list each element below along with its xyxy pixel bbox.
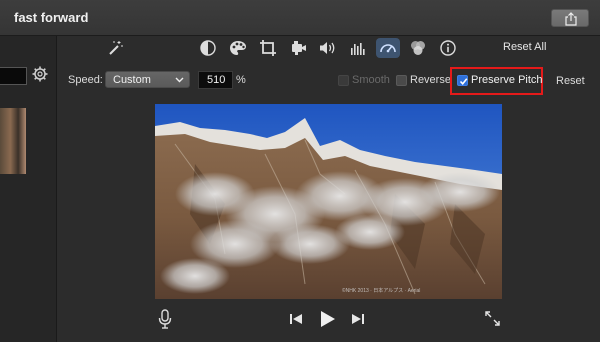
gear-icon[interactable] <box>32 66 48 82</box>
color-balance-icon[interactable] <box>197 38 219 58</box>
speedometer-icon[interactable] <box>376 38 400 58</box>
speed-percent-input[interactable]: 510 <box>198 71 233 89</box>
video-frame <box>155 104 502 299</box>
magic-wand-icon[interactable] <box>104 38 126 58</box>
clip-thumbnail[interactable] <box>0 108 26 174</box>
smooth-label: Smooth <box>352 74 390 86</box>
fullscreen-icon[interactable] <box>484 310 501 327</box>
microphone-icon[interactable] <box>158 309 172 329</box>
speed-label: Speed: <box>68 74 103 86</box>
library-search-field[interactable] <box>0 67 27 85</box>
video-caption: ©NHK 2013 · 日本アルプス · Aerial <box>342 288 421 294</box>
overlay-filter-icon[interactable] <box>407 38 429 58</box>
stabilization-camera-icon[interactable] <box>287 38 309 58</box>
info-icon[interactable] <box>437 38 459 58</box>
reverse-label: Reverse <box>410 74 451 86</box>
skip-back-icon[interactable] <box>289 313 303 325</box>
reset-button[interactable]: Reset <box>556 75 585 87</box>
crop-icon[interactable] <box>257 38 279 58</box>
library-panel <box>0 36 57 342</box>
percent-sign: % <box>236 74 246 86</box>
chevron-down-icon <box>175 77 184 83</box>
smooth-checkbox[interactable] <box>338 75 349 86</box>
reset-all-button[interactable]: Reset All <box>503 41 546 53</box>
color-palette-icon[interactable] <box>227 38 249 58</box>
volume-icon[interactable] <box>317 38 339 58</box>
play-icon[interactable] <box>320 310 336 328</box>
preserve-pitch-checkbox[interactable] <box>457 75 468 86</box>
skip-forward-icon[interactable] <box>351 313 365 325</box>
checkmark-icon <box>459 78 468 86</box>
title-bar: fast forward <box>0 0 600 36</box>
speed-percent-value: 510 <box>207 74 226 86</box>
reverse-checkbox[interactable] <box>396 75 407 86</box>
share-icon <box>565 12 577 26</box>
speed-dropdown[interactable]: Custom <box>105 71 190 88</box>
speed-dropdown-value: Custom <box>113 74 151 86</box>
equalizer-icon[interactable] <box>347 38 369 58</box>
window-title: fast forward <box>14 10 89 25</box>
preserve-pitch-label: Preserve Pitch <box>471 74 543 86</box>
video-viewer[interactable]: ©NHK 2013 · 日本アルプス · Aerial <box>155 104 502 299</box>
share-button[interactable] <box>551 9 589 27</box>
